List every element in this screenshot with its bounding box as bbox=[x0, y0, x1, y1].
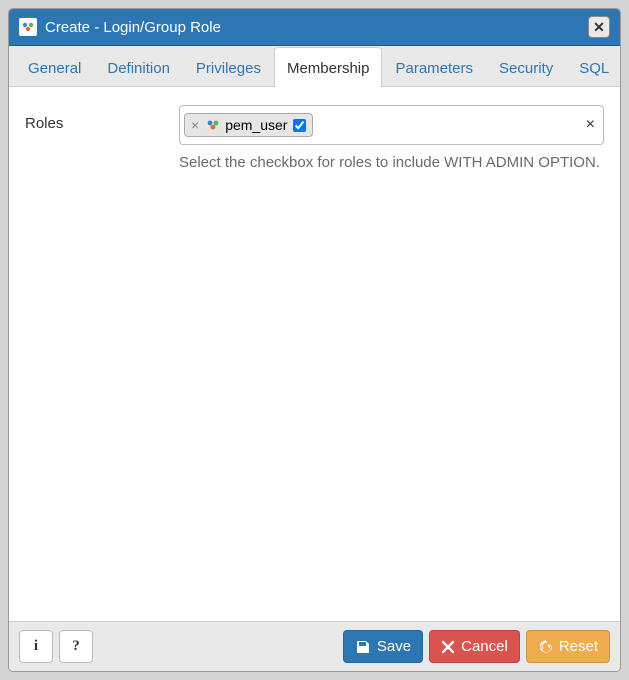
roles-clear-button[interactable]: × bbox=[586, 116, 595, 134]
info-button[interactable]: i bbox=[19, 630, 53, 663]
tab-sql[interactable]: SQL bbox=[566, 47, 621, 87]
roles-select[interactable]: × pem_user × bbox=[179, 105, 604, 145]
roles-column: × pem_user × Select the checkb bbox=[179, 105, 604, 173]
roles-label: Roles bbox=[25, 105, 165, 132]
tab-privileges[interactable]: Privileges bbox=[183, 47, 274, 87]
dialog-title: Create - Login/Group Role bbox=[45, 19, 580, 36]
chip-admin-option-checkbox[interactable] bbox=[293, 119, 306, 132]
tab-general[interactable]: General bbox=[15, 47, 94, 87]
help-button[interactable]: ? bbox=[59, 630, 93, 663]
close-button[interactable]: ✕ bbox=[588, 16, 610, 38]
reset-label: Reset bbox=[559, 638, 598, 655]
dialog-body: Roles × pem_user bbox=[9, 87, 620, 621]
role-icon bbox=[19, 18, 37, 36]
create-login-group-role-dialog: Create - Login/Group Role ✕ General Defi… bbox=[8, 8, 621, 672]
cancel-label: Cancel bbox=[461, 638, 508, 655]
save-label: Save bbox=[377, 638, 411, 655]
roles-help-text: Select the checkbox for roles to include… bbox=[179, 153, 604, 173]
group-role-icon bbox=[205, 118, 221, 132]
roles-row: Roles × pem_user bbox=[25, 105, 604, 173]
dialog-header: Create - Login/Group Role ✕ bbox=[9, 9, 620, 46]
tab-security[interactable]: Security bbox=[486, 47, 566, 87]
tab-definition[interactable]: Definition bbox=[94, 47, 183, 87]
reset-button[interactable]: Reset bbox=[526, 630, 610, 663]
chip-label: pem_user bbox=[225, 117, 287, 133]
role-chip-pem-user: × pem_user bbox=[184, 113, 313, 137]
save-button[interactable]: Save bbox=[343, 630, 423, 663]
save-icon bbox=[355, 639, 371, 655]
dialog-footer: i ? Save Cancel Res bbox=[9, 621, 620, 671]
chip-remove-icon[interactable]: × bbox=[189, 117, 201, 133]
cancel-button[interactable]: Cancel bbox=[429, 630, 520, 663]
close-icon: ✕ bbox=[593, 19, 605, 36]
cancel-icon bbox=[441, 640, 455, 654]
tab-membership[interactable]: Membership bbox=[274, 47, 383, 87]
tabbar: General Definition Privileges Membership… bbox=[9, 46, 620, 87]
tab-parameters[interactable]: Parameters bbox=[382, 47, 486, 87]
reset-icon bbox=[538, 639, 553, 654]
